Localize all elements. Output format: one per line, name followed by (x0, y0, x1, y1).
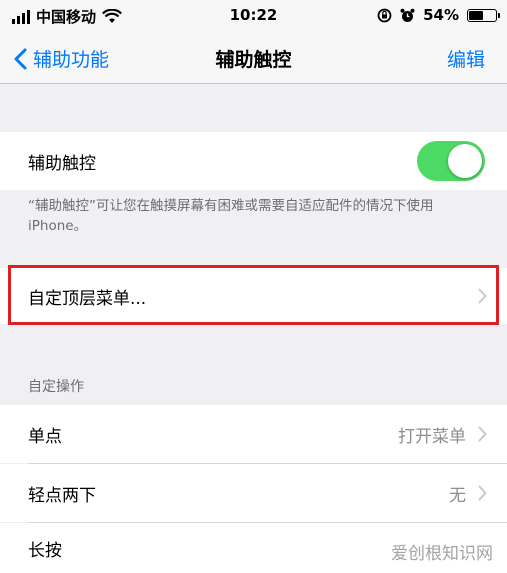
double-tap-row[interactable]: 轻点两下 无 (0, 464, 507, 522)
assistive-touch-toggle[interactable] (417, 141, 485, 181)
rotation-lock-icon (377, 8, 392, 22)
customize-menu-label: 自定顶层菜单... (28, 288, 147, 309)
page-title: 辅助触控 (215, 49, 292, 71)
chevron-right-icon (478, 485, 487, 501)
alarm-icon (400, 8, 415, 22)
assistive-touch-footnote: “辅助触控”可让您在触摸屏幕有困难或需要自适应配件的情况下使用 iPhone。 (28, 198, 434, 234)
assistive-touch-label: 辅助触控 (28, 153, 96, 174)
battery-fill (469, 10, 483, 20)
navigation-bar: 辅助功能 辅助触控 编辑 (0, 32, 507, 84)
watermark: 爱创根知识网 (391, 544, 493, 564)
single-tap-label: 单点 (28, 426, 62, 447)
long-press-label: 长按 (28, 540, 62, 561)
chevron-right-icon (478, 426, 487, 442)
assistive-touch-row: 辅助触控 (0, 132, 507, 190)
custom-actions-header: 自定操作 (28, 379, 84, 395)
battery-percent: 54% (423, 6, 459, 24)
customize-menu-row[interactable]: 自定顶层菜单... (0, 268, 507, 324)
double-tap-value: 无 (449, 485, 466, 506)
chevron-right-icon (478, 288, 487, 304)
edit-button[interactable]: 编辑 (447, 45, 485, 72)
toggle-knob (448, 144, 482, 178)
double-tap-label: 轻点两下 (28, 485, 96, 506)
status-right: 54% (377, 6, 500, 24)
battery-icon (467, 8, 500, 22)
status-bar: 中国移动 10:22 54% (0, 0, 507, 32)
single-tap-row[interactable]: 单点 打开菜单 (0, 405, 507, 463)
single-tap-value: 打开菜单 (398, 426, 466, 447)
